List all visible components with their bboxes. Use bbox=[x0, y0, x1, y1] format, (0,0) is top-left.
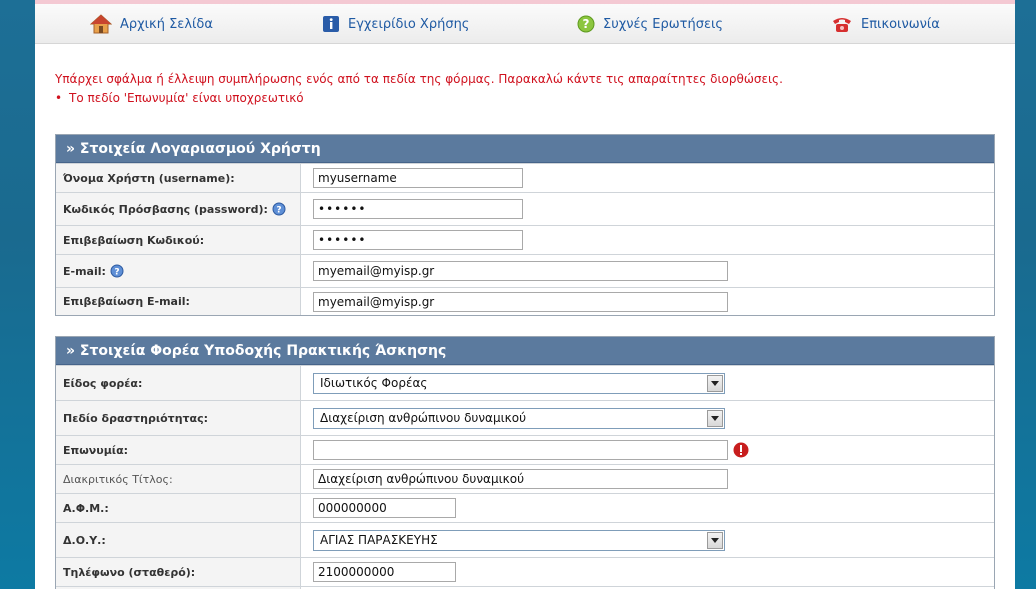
phone-row: Τηλέφωνο (σταθερό): 2100000000 bbox=[56, 557, 994, 586]
org-field-select[interactable]: Διαχείριση ανθρώπινου δυναμικού bbox=[313, 407, 725, 429]
org-type-select[interactable]: Ιδιωτικός Φορέας bbox=[313, 372, 725, 394]
account-section-title: » Στοιχεία Λογαριασμού Χρήστη bbox=[56, 135, 994, 163]
svg-text:?: ? bbox=[114, 268, 119, 278]
account-section: » Στοιχεία Λογαριασμού Χρήστη Όνομα Χρήσ… bbox=[55, 134, 995, 316]
nav-manual-link[interactable]: Εγχειρίδιο Χρήσης bbox=[322, 4, 469, 44]
top-navigation: Αρχική Σελίδα Εγχειρίδιο Χρήσης ? Συχνές… bbox=[35, 4, 1015, 44]
org-field-row: Πεδίο δραστηριότητας: Διαχείριση ανθρώπι… bbox=[56, 400, 994, 435]
home-icon bbox=[90, 14, 112, 34]
org-type-label: Είδος φορέα: bbox=[56, 366, 301, 400]
password-help-icon[interactable]: ? bbox=[272, 202, 286, 216]
page-content: Αρχική Σελίδα Εγχειρίδιο Χρήσης ? Συχνές… bbox=[35, 0, 1015, 589]
svg-text:?: ? bbox=[583, 17, 590, 31]
password-row: Κωδικός Πρόσβασης (password): ? •••••• bbox=[56, 192, 994, 225]
org-name-input[interactable] bbox=[313, 440, 728, 460]
doy-select[interactable]: ΑΓΙΑΣ ΠΑΡΑΣΚΕΥΗΣ bbox=[313, 529, 725, 551]
username-label: Όνομα Χρήστη (username): bbox=[56, 164, 301, 192]
password-label: Κωδικός Πρόσβασης (password): bbox=[63, 202, 268, 216]
distinct-title-input[interactable]: Διαχείριση ανθρώπινου δυναμικού bbox=[313, 469, 728, 489]
question-icon: ? bbox=[577, 15, 595, 33]
email-help-icon[interactable]: ? bbox=[110, 264, 124, 278]
nav-faq-label: Συχνές Ερωτήσεις bbox=[603, 16, 724, 32]
org-type-selected: Ιδιωτικός Φορέας bbox=[320, 376, 428, 390]
username-input[interactable]: myusername bbox=[313, 168, 523, 188]
phone-input[interactable]: 2100000000 bbox=[313, 562, 456, 582]
org-name-row: Επωνυμία: bbox=[56, 435, 994, 464]
org-section-title: » Στοιχεία Φορέα Υποδοχής Πρακτικής Άσκη… bbox=[56, 337, 994, 365]
org-field-label: Πεδίο δραστηριότητας: bbox=[56, 401, 301, 435]
afm-row: Α.Φ.Μ.: 000000000 bbox=[56, 493, 994, 522]
doy-row: Δ.Ο.Υ.: ΑΓΙΑΣ ΠΑΡΑΣΚΕΥΗΣ bbox=[56, 522, 994, 557]
chevron-down-icon[interactable] bbox=[707, 409, 723, 427]
nav-home-link[interactable]: Αρχική Σελίδα bbox=[90, 4, 213, 44]
phone-icon bbox=[831, 15, 853, 33]
username-row: Όνομα Χρήστη (username): myusername bbox=[56, 163, 994, 192]
afm-input[interactable]: 000000000 bbox=[313, 498, 456, 518]
error-icon bbox=[733, 442, 749, 458]
afm-label: Α.Φ.Μ.: bbox=[56, 494, 301, 522]
email-label: E-mail: bbox=[63, 264, 106, 278]
doy-label: Δ.Ο.Υ.: bbox=[56, 523, 301, 557]
distinct-title-label: Διακριτικός Τίτλος: bbox=[56, 465, 301, 493]
chevron-down-icon[interactable] bbox=[707, 374, 723, 392]
error-list-item: • Το πεδίο 'Επωνυμία' είναι υποχρεωτικό bbox=[55, 89, 783, 108]
email-confirm-input[interactable]: myemail@myisp.gr bbox=[313, 291, 728, 312]
nav-contact-link[interactable]: Επικοινωνία bbox=[831, 4, 940, 44]
org-type-row: Είδος φορέα: Ιδιωτικός Φορέας bbox=[56, 365, 994, 400]
nav-home-label: Αρχική Σελίδα bbox=[120, 16, 213, 32]
password-confirm-input[interactable]: •••••• bbox=[313, 230, 523, 250]
email-row: E-mail: ? myemail@myisp.gr bbox=[56, 254, 994, 287]
email-input[interactable]: myemail@myisp.gr bbox=[313, 261, 728, 281]
error-summary: Υπάρχει σφάλμα ή έλλειψη συμπλήρωσης ενό… bbox=[55, 70, 783, 108]
error-item-text: Το πεδίο 'Επωνυμία' είναι υποχρεωτικό bbox=[69, 91, 304, 105]
doy-selected: ΑΓΙΑΣ ΠΑΡΑΣΚΕΥΗΣ bbox=[320, 533, 438, 547]
info-icon bbox=[322, 15, 340, 33]
error-summary-text: Υπάρχει σφάλμα ή έλλειψη συμπλήρωσης ενό… bbox=[55, 72, 783, 86]
password-confirm-label: Επιβεβαίωση Κωδικού: bbox=[56, 226, 301, 254]
phone-label: Τηλέφωνο (σταθερό): bbox=[56, 558, 301, 586]
svg-text:?: ? bbox=[276, 206, 281, 216]
org-section: » Στοιχεία Φορέα Υποδοχής Πρακτικής Άσκη… bbox=[55, 336, 995, 589]
nav-faq-link[interactable]: ? Συχνές Ερωτήσεις bbox=[577, 4, 723, 44]
nav-manual-label: Εγχειρίδιο Χρήσης bbox=[348, 16, 470, 32]
email-confirm-row: Επιβεβαίωση E-mail: myemail@myisp.gr bbox=[56, 287, 994, 315]
email-confirm-label: Επιβεβαίωση E-mail: bbox=[56, 288, 301, 315]
org-name-label: Επωνυμία: bbox=[56, 436, 301, 464]
chevron-down-icon[interactable] bbox=[707, 531, 723, 549]
distinct-title-row: Διακριτικός Τίτλος: Διαχείριση ανθρώπινο… bbox=[56, 464, 994, 493]
password-confirm-row: Επιβεβαίωση Κωδικού: •••••• bbox=[56, 225, 994, 254]
password-input[interactable]: •••••• bbox=[313, 199, 523, 219]
org-field-selected: Διαχείριση ανθρώπινου δυναμικού bbox=[320, 411, 527, 425]
bullet-icon: • bbox=[55, 91, 63, 105]
nav-contact-label: Επικοινωνία bbox=[861, 16, 940, 32]
